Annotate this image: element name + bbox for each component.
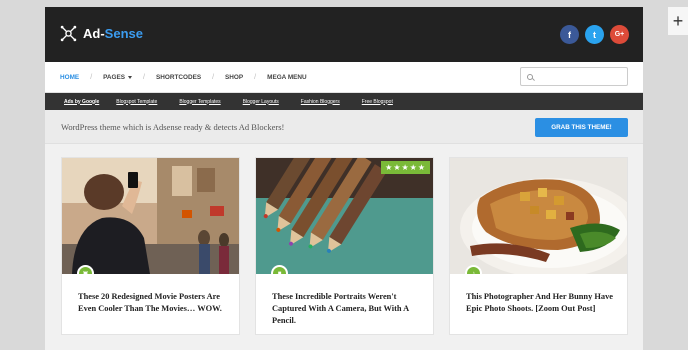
street-photo-image xyxy=(62,158,239,274)
nav-item-pages-label: PAGES xyxy=(103,73,126,81)
nav-item-mega-menu[interactable]: MEGA MENU xyxy=(267,74,307,81)
post-thumbnail[interactable]: ♪ xyxy=(450,158,627,274)
pencils-photo-image xyxy=(256,158,433,274)
logo-text: Ad-Sense xyxy=(83,26,143,41)
post-title[interactable]: These 20 Redesigned Movie Posters Are Ev… xyxy=(78,291,229,315)
site-header: Ad-Sense f t G+ xyxy=(45,7,643,62)
facebook-icon[interactable]: f xyxy=(560,25,579,44)
video-glyph: ■ xyxy=(277,270,282,275)
ads-by-google-link[interactable]: Ads by Google xyxy=(64,99,99,105)
post-title[interactable]: This Photographer And Her Bunny Have Epi… xyxy=(466,291,617,315)
site-logo[interactable]: Ad-Sense xyxy=(60,25,143,42)
post-title[interactable]: These Incredible Portraits Weren't Captu… xyxy=(272,291,423,327)
nav-separator: / xyxy=(254,73,257,81)
ad-link[interactable]: Blogspot Template xyxy=(116,99,157,105)
grab-theme-button[interactable]: GRAB THIS THEME! xyxy=(535,118,628,137)
ad-link[interactable]: Blogger Templates xyxy=(179,99,220,105)
nav-separator: / xyxy=(212,73,215,81)
rating-stars: ★★★★★ xyxy=(381,161,430,174)
post-card[interactable]: ▣ These 20 Redesigned Movie Posters Are … xyxy=(61,157,240,335)
post-card[interactable]: ★★★★★ ■ These Incredible Portraits Weren… xyxy=(255,157,434,335)
twitter-glyph: t xyxy=(593,29,596,40)
nav-separator: / xyxy=(143,73,145,81)
food-photo-image xyxy=(450,158,627,274)
logo-text-accent: Sense xyxy=(104,26,143,41)
image-glyph: ▣ xyxy=(82,270,89,275)
nav-item-shortcodes[interactable]: SHORTCODES xyxy=(156,74,201,81)
plus-icon[interactable]: + xyxy=(668,7,688,35)
google-plus-icon[interactable]: G+ xyxy=(610,25,629,44)
twitter-icon[interactable]: t xyxy=(585,25,604,44)
main-nav: HOME / PAGES / SHORTCODES / SHOP / MEGA … xyxy=(45,62,643,93)
post-thumbnail[interactable]: ★★★★★ ■ xyxy=(256,158,433,274)
promo-text: WordPress theme which is Adsense ready &… xyxy=(61,122,285,132)
ad-link[interactable]: Fashion Bloggers xyxy=(301,99,340,105)
nav-separator: / xyxy=(90,73,93,81)
search-icon xyxy=(527,73,533,80)
search-input[interactable] xyxy=(520,67,628,86)
chevron-down-icon xyxy=(128,75,133,79)
nav-item-pages[interactable]: PAGES xyxy=(103,73,133,81)
logo-text-prefix: Ad- xyxy=(83,26,105,41)
post-thumbnail[interactable]: ▣ xyxy=(62,158,239,274)
page-canvas: Ad-Sense f t G+ HOME / PAGES / SHORTCODE… xyxy=(45,7,643,350)
ad-link[interactable]: Free Blogspot xyxy=(362,99,393,105)
logo-icon xyxy=(60,25,77,42)
ad-links-bar: Ads by Google Blogspot Template Blogger … xyxy=(45,93,643,110)
google-plus-glyph: G+ xyxy=(614,31,625,38)
social-links: f t G+ xyxy=(560,25,629,44)
nav-item-home[interactable]: HOME xyxy=(60,74,79,81)
facebook-glyph: f xyxy=(568,29,571,40)
post-card[interactable]: ♪ This Photographer And Her Bunny Have E… xyxy=(449,157,628,335)
audio-glyph: ♪ xyxy=(472,270,475,275)
ad-link[interactable]: Blogger Layouts xyxy=(243,99,279,105)
post-grid: ▣ These 20 Redesigned Movie Posters Are … xyxy=(61,157,628,335)
promo-bar: WordPress theme which is Adsense ready &… xyxy=(45,110,643,144)
nav-item-shop[interactable]: SHOP xyxy=(225,74,243,81)
